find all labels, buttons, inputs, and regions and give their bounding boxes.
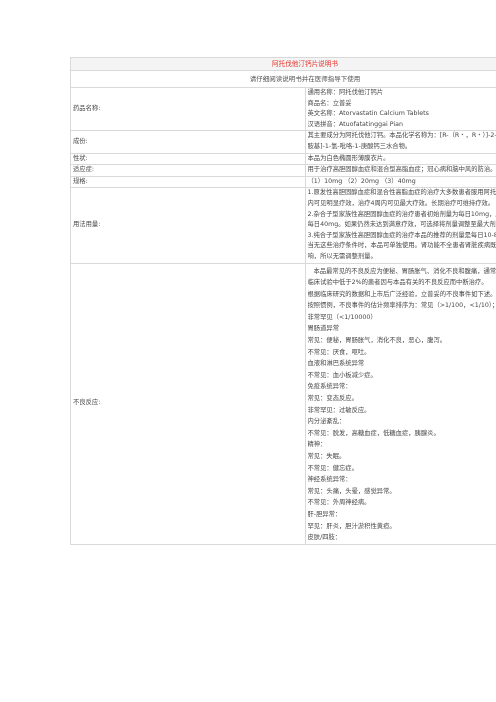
indications-line: 用于治疗高胆固醇血症和混合型高脂血症；冠心病和脑中风的防治。 xyxy=(307,166,496,174)
adverse-line: 精神： xyxy=(307,441,327,449)
row-adverse-key: 不良反应: xyxy=(70,262,306,545)
row-dosage-key: 用法用量: xyxy=(70,187,306,264)
adverse-line: 本品最常见的不良反应为便秘、胃肠胀气、消化不良和腹痛，通常在继续用药后缓解。 xyxy=(313,267,496,275)
row-ingredients-value: 其主要成分为阿托伐他汀钙。本品化学名称为：[R-（R﹡，R﹡）]-2-（4-氟苯… xyxy=(304,130,496,154)
adverse-line: 肝-胆异常： xyxy=(307,510,342,518)
adverse-line: 临床试验中低于2%的患者因与本品有关的不良反应而中断治疗。 xyxy=(307,279,488,287)
row-appearance-key: 性状: xyxy=(70,152,306,166)
adverse-line: 免疫系统异常： xyxy=(307,383,352,391)
adverse-line: 常见：头痛，头晕，感觉异常。 xyxy=(307,487,396,495)
row-indications: 适应症: 用于治疗高胆固醇血症和混合型高脂血症；冠心病和脑中风的防治。 xyxy=(70,164,496,177)
pinyin-name: 汉语拼音：Atuofatatinggai Pian xyxy=(307,120,403,128)
dosage-line: 2.杂合子型家族性高胆固醇血症的治疗患者初始剂量为每日10mg，应遵循剂量的个体… xyxy=(307,210,496,218)
adverse-line: 根据临床研究的数据和上市后广泛经验，立普妥的不良事件如下述。 xyxy=(307,290,496,298)
adverse-line: 皮肤/四肢： xyxy=(307,534,342,542)
english-name: 英文名称：Atorvastatin Calcium Tablets xyxy=(307,110,429,118)
ingredients-line: 其主要成分为阿托伐他汀钙。本品化学名称为：[R-（R﹡，R﹡）]-2-（4-氟苯… xyxy=(307,132,496,140)
document-subtitle: 请仔细阅读说明书并在医师指导下使用 xyxy=(70,70,496,88)
row-names: 药品名称: 通用名称：阿托伐他汀钙片 商品名：立普妥 英文名称：Atorvast… xyxy=(70,86,496,132)
title-row: 阿托伐他汀钙片说明书 xyxy=(70,57,496,71)
adverse-line: 不常见：外周神经病。 xyxy=(307,499,371,507)
adverse-line: 非常罕见（<1/10000） xyxy=(307,313,377,321)
generic-name: 通用名称：阿托伐他汀钙片 xyxy=(307,89,384,96)
dosage-line: 当无这些治疗条件时，本品可单独使用。肾功能不全患者肾脏疾病既不会对本品的血浆浓度… xyxy=(307,242,496,250)
row-indications-key: 适应症: xyxy=(70,164,306,177)
adverse-line: 按照惯例，不良事件的估计频率排序为：常见（>1/100，<1/10）；不常见（>… xyxy=(307,302,496,310)
dosage-line: 3.纯合子型家族性高胆固醇血症的治疗本品的推荐的剂量是每日10-80mg。阿托伐… xyxy=(307,231,496,239)
adverse-line: 不常见：脱发，高糖血症，低糖血症，胰腺炎。 xyxy=(307,429,440,437)
row-ingredients-key: 成份: xyxy=(70,130,306,154)
trade-name: 商品名：立普妥 xyxy=(307,99,352,107)
row-ingredients: 成份: 其主要成分为阿托伐他汀钙。本品化学名称为：[R-（R﹡，R﹡）]-2-（… xyxy=(70,130,496,154)
adverse-line: 常见：变态反应。 xyxy=(307,395,358,403)
specs-line: （1）10mg （2）20mg （3）40mg xyxy=(307,177,416,185)
row-indications-value: 用于治疗高胆固醇血症和混合型高脂血症；冠心病和脑中风的防治。 xyxy=(304,164,496,177)
row-names-key: 药品名称: xyxy=(70,86,306,132)
appearance-line: 本品为白色椭圆形薄膜衣片。 xyxy=(307,154,390,162)
adverse-line: 内分泌紊乱： xyxy=(307,418,346,426)
adverse-line: 不常见：厌食，呕吐。 xyxy=(307,348,371,356)
subtitle-row: 请仔细阅读说明书并在医师指导下使用 xyxy=(70,70,496,88)
adverse-line: 非常罕见：过敏反应。 xyxy=(307,406,371,414)
row-names-value: 通用名称：阿托伐他汀钙片 商品名：立普妥 英文名称：Atorvastatin C… xyxy=(304,86,496,132)
leaflet-table: 阿托伐他汀钙片说明书 请仔细阅读说明书并在医师指导下使用 药品名称: 通用名称：… xyxy=(70,57,496,545)
dosage-line: 内可见明显疗效，治疗4周内可见最大疗效。长期治疗可维持疗效。 xyxy=(307,199,495,207)
adverse-line: 血液和淋巴系统异常 xyxy=(307,360,365,368)
row-specs-value: （1）10mg （2）20mg （3）40mg xyxy=(304,175,496,189)
dosage-line: 1.原发性高胆固醇血症和混合性高脂血症的治疗大多数患者服用阿托伐他汀每日一次10… xyxy=(307,189,496,197)
row-appearance: 性状: 本品为白色椭圆形薄膜衣片。 xyxy=(70,152,496,166)
row-dosage-value: 1.原发性高胆固醇血症和混合性高脂血症的治疗大多数患者服用阿托伐他汀每日一次10… xyxy=(304,187,496,264)
adverse-line: 罕见：肝炎，胆汁淤积性黄疸。 xyxy=(307,522,396,530)
document-title: 阿托伐他汀钙片说明书 xyxy=(70,57,496,71)
row-specs: 规格: （1）10mg （2）20mg （3）40mg xyxy=(70,175,496,189)
row-appearance-value: 本品为白色椭圆形薄膜衣片。 xyxy=(304,152,496,166)
dosage-line: 响，所以无需调整剂量。 xyxy=(307,252,377,260)
row-dosage: 用法用量: 1.原发性高胆固醇血症和混合性高脂血症的治疗大多数患者服用阿托伐他汀… xyxy=(70,187,496,264)
row-adverse-value: 本品最常见的不良反应为便秘、胃肠胀气、消化不良和腹痛，通常在继续用药后缓解。 临… xyxy=(304,262,496,545)
adverse-line: 不常见：血小板减少症。 xyxy=(307,371,377,379)
leaflet-page: 阿托伐他汀钙片说明书 请仔细阅读说明书并在医师指导下使用 药品名称: 通用名称：… xyxy=(0,0,496,702)
row-specs-key: 规格: xyxy=(70,175,306,189)
adverse-line: 不常见：健忘症。 xyxy=(307,464,358,472)
adverse-line: 常见：失眠。 xyxy=(307,453,346,460)
adverse-line: 常见：便秘，胃肠胀气，消化不良，恶心，腹泻。 xyxy=(307,337,447,345)
row-adverse: 不良反应: 本品最常见的不良反应为便秘、胃肠胀气、消化不良和腹痛，通常在继续用药… xyxy=(70,262,496,545)
dosage-line: 每日40mg。如果仍然未达到满意疗效，可选择将剂量调整至最大剂量每日80mg，或… xyxy=(307,221,496,229)
ingredients-line: 胺基]-1-氢-吡咯-1-庚酸钙三水合物。 xyxy=(307,142,412,150)
adverse-line: 胃肠道异常 xyxy=(307,325,339,333)
adverse-line: 神经系统异常： xyxy=(307,476,352,484)
